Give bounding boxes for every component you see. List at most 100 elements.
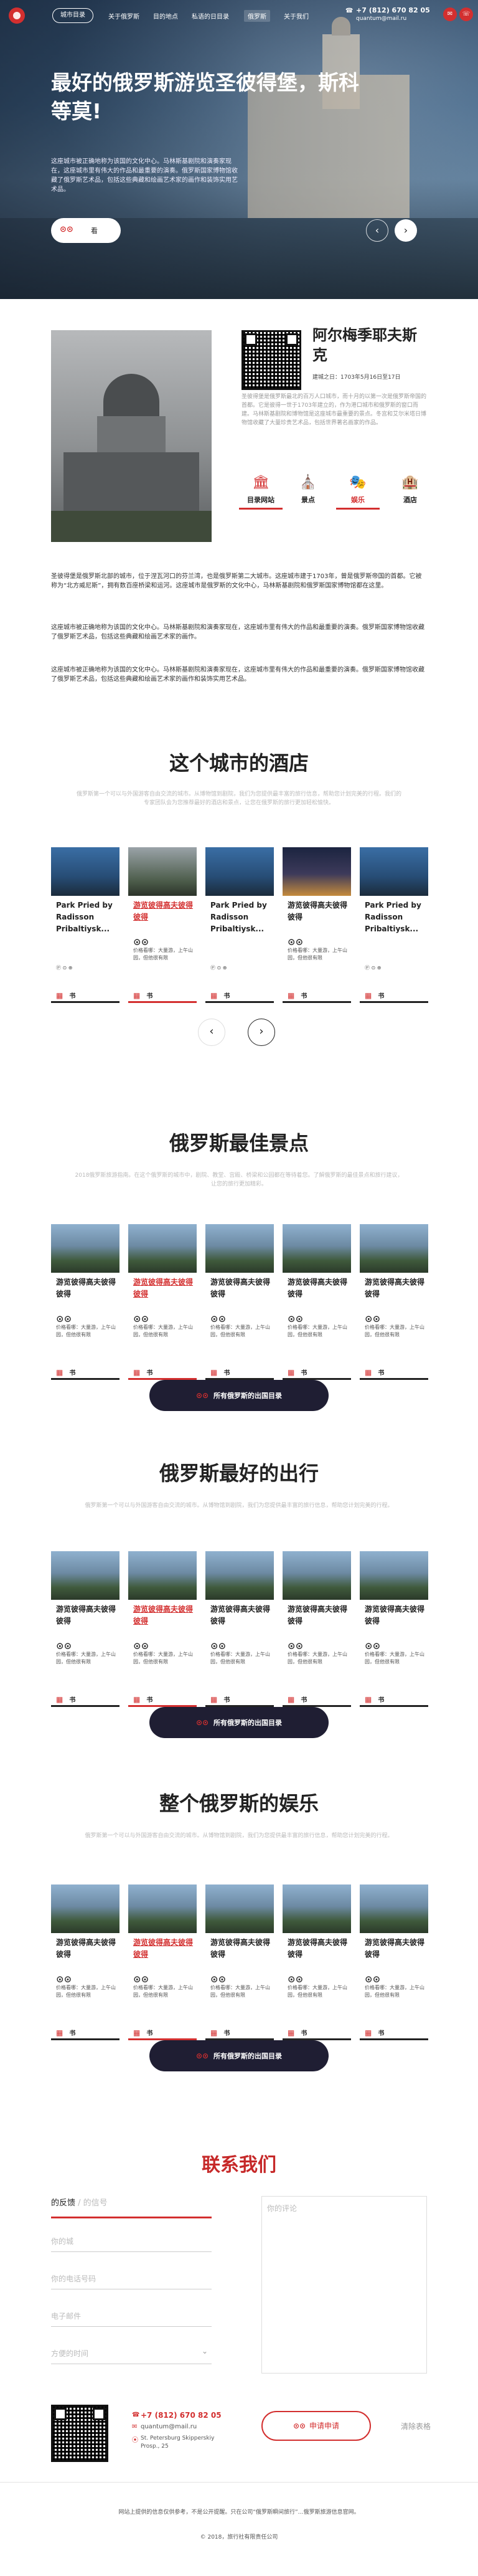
calendar-icon: ▦	[365, 1368, 372, 1377]
calendar-icon: ▦	[288, 991, 295, 1000]
hotels-next-button[interactable]: ›	[248, 1019, 275, 1046]
time-select[interactable]: 方便的时间 ⌄	[51, 2339, 212, 2364]
hotels-prev-button[interactable]: ‹	[198, 1019, 225, 1046]
theater-icon: 🎭	[349, 475, 367, 490]
attraction-card[interactable]: 游览彼得高夫彼得彼得 ⊙⊙ 价格看哪：大量游，上午山园，但他很有限 ▦ 书	[205, 1551, 274, 1707]
attraction-card[interactable]: 游览彼得高夫彼得彼得 ⊙⊙ 价格看哪：大量游，上午山园，但他很有限 ▦ 书	[205, 1224, 274, 1380]
hero-next-button[interactable]: ›	[395, 219, 417, 242]
fun-section-desc: 俄罗斯第一个可以与外国游客自由交流的城市。从博物馆到剧院，我们为您提供最丰富的旅…	[85, 1833, 393, 1839]
calendar-icon: ▦	[210, 1695, 218, 1704]
tripadvisor-icon: ⊙⊙	[365, 1313, 381, 1324]
attraction-card[interactable]: 游览彼得高夫彼得彼得 ⊙⊙ 价格看哪：大量游，上午山园，但他很有限 ▦ 书	[128, 1551, 197, 1707]
feature-catalog[interactable]: 🏛 目录网站	[239, 475, 283, 510]
trips-section-desc: 俄罗斯第一个可以与外国游客自由交流的城市。从博物馆到剧院，我们为您提供最丰富的旅…	[85, 1503, 393, 1509]
phone-field[interactable]: 你的电话号码	[51, 2265, 212, 2289]
contact-tabs: 的反馈 / 的信号	[51, 2196, 108, 2208]
comment-textarea[interactable]: 你的评论	[261, 2196, 427, 2374]
book-link[interactable]: 书	[69, 2030, 75, 2037]
book-link[interactable]: 书	[301, 993, 307, 1000]
hotel-photo	[128, 847, 197, 896]
attraction-card[interactable]: 游览彼得高夫彼得彼得 ⊙⊙ 价格看哪：大量游，上午山园，但他很有限 ▦ 书	[51, 1551, 120, 1707]
nav-link-about-russia[interactable]: 关于俄罗斯	[108, 11, 139, 21]
book-link[interactable]: 书	[69, 993, 75, 1000]
phone-icon: ☎	[132, 2412, 140, 2418]
hotel-card[interactable]: 游览彼得高夫彼得彼得 ⊙⊙ 价格看哪：大量游，上午山园，但他很有限 ▦ 书	[283, 847, 351, 1003]
trips-catalog-button[interactable]: ⊙⊙ 所有俄罗斯的出国目录	[149, 1707, 329, 1738]
header-email[interactable]: quantum@mail.ru	[356, 16, 406, 22]
header-phone[interactable]: +7 (812) 670 82 05	[356, 6, 430, 14]
fun-section-title: 整个俄罗斯的娱乐	[159, 1792, 319, 1815]
hotel-card[interactable]: Park Pried by Radisson Pribaltiysk... Ⓟ …	[360, 847, 428, 1003]
founding-date: 建城之日：1703年5月16日至17日	[312, 374, 401, 381]
book-link[interactable]: 书	[146, 1697, 152, 1704]
attraction-card[interactable]: 游览彼得高夫彼得彼得 ⊙⊙ 价格看哪：大量游，上午山园，但他很有限 ▦ 书	[283, 1224, 351, 1380]
book-link[interactable]: 书	[378, 1370, 384, 1377]
hotel-photo	[51, 847, 120, 896]
peterhof-photo	[51, 1884, 120, 1933]
book-link[interactable]: 书	[223, 1697, 230, 1704]
monument-icon: ⛪	[299, 475, 317, 490]
chevron-down-icon: ⌄	[201, 2347, 208, 2355]
feature-entertainment[interactable]: 🎭 娱乐	[336, 475, 380, 510]
attraction-card[interactable]: 游览彼得高夫彼得彼得 ⊙⊙ 价格看哪：大量游，上午山园，但他很有限 ▦ 书	[360, 1551, 428, 1707]
book-link[interactable]: 书	[301, 1697, 307, 1704]
feature-sights[interactable]: ⛪ 景点	[286, 475, 330, 508]
tab-feedback[interactable]: 的反馈	[51, 2198, 75, 2208]
book-link[interactable]: 书	[146, 2030, 152, 2037]
attraction-card[interactable]: 游览彼得高夫彼得彼得 ⊙⊙ 价格看哪：大量游，上午山园，但他很有限 ▦ 书	[283, 1884, 351, 2040]
feature-hotels[interactable]: 🏨 酒店	[388, 475, 432, 508]
tripadvisor-icon: ⊙⊙	[210, 1313, 227, 1324]
attraction-card[interactable]: 游览彼得高夫彼得彼得 ⊙⊙ 价格看哪：大量游，上午山园，但他很有限 ▦ 书	[360, 1884, 428, 2040]
site-logo[interactable]	[9, 7, 25, 24]
book-link[interactable]: 书	[223, 1370, 230, 1377]
book-link[interactable]: 书	[69, 1697, 75, 1704]
book-link[interactable]: 书	[378, 993, 384, 1000]
calendar-icon: ▦	[133, 1368, 141, 1377]
submit-button[interactable]: ⊙⊙ 申请申请	[261, 2411, 371, 2441]
calendar-icon: ▦	[365, 2028, 372, 2037]
calendar-icon: ▦	[210, 991, 218, 1000]
attraction-title: 阿尔梅季耶夫斯克	[312, 326, 417, 364]
book-link[interactable]: 书	[378, 2030, 384, 2037]
chat-icon[interactable]: ✉	[443, 7, 457, 21]
book-link[interactable]: 书	[146, 1370, 152, 1377]
book-link[interactable]: 书	[223, 2030, 230, 2037]
hero-prev-button[interactable]: ‹	[366, 219, 388, 242]
hotel-card[interactable]: Park Pried by Radisson Pribaltiysk... Ⓟ …	[205, 847, 274, 1003]
nav-link-destinations[interactable]: 目的地点	[153, 11, 178, 21]
book-link[interactable]: 书	[69, 1370, 75, 1377]
tab-signal[interactable]: / 的信号	[78, 2198, 108, 2208]
message-icon[interactable]: ☏	[459, 7, 473, 21]
attraction-card[interactable]: 游览彼得高夫彼得彼得 ⊙⊙ 价格看哪：大量游，上午山园，但他很有限 ▦ 书	[51, 1224, 120, 1380]
reset-form-link[interactable]: 清除表格	[401, 2421, 431, 2431]
hotel-card[interactable]: Park Pried by Radisson Pribaltiysk... Ⓟ …	[51, 847, 120, 1003]
book-link[interactable]: 书	[301, 2030, 307, 2037]
nav-link-about-us[interactable]: 关于我们	[284, 11, 309, 21]
hotel-card[interactable]: 游览彼得高夫彼得彼得 ⊙⊙ 价格看哪：大量游，上午山园，但他很有限 ▦ 书	[128, 847, 197, 1003]
attraction-card[interactable]: 游览彼得高夫彼得彼得 ⊙⊙ 价格看哪：大量游，上午山园，但他很有限 ▦ 书	[205, 1884, 274, 2040]
book-link[interactable]: 书	[378, 1697, 384, 1704]
nav-link-russia[interactable]: 俄罗斯	[244, 10, 270, 22]
fun-catalog-button[interactable]: ⊙⊙ 所有俄罗斯的出国目录	[149, 2040, 329, 2071]
sights-catalog-button[interactable]: ⊙⊙ 所有俄罗斯的出国目录	[149, 1380, 329, 1411]
tripadvisor-icon: ⊙⊙	[195, 2051, 209, 2060]
contact-email[interactable]: quantum@mail.ru	[141, 2423, 197, 2430]
tripadvisor-view-button[interactable]: ⊙⊙ 看	[51, 218, 121, 243]
book-link[interactable]: 书	[146, 993, 152, 1000]
city-field[interactable]: 你的城	[51, 2227, 212, 2252]
attraction-card[interactable]: 游览彼得高夫彼得彼得 ⊙⊙ 价格看哪：大量游，上午山园，但他很有限 ▦ 书	[51, 1884, 120, 2040]
attraction-card[interactable]: 游览彼得高夫彼得彼得 ⊙⊙ 价格看哪：大量游，上午山园，但他很有限 ▦ 书	[128, 1884, 197, 2040]
email-field[interactable]: 电子邮件	[51, 2302, 212, 2327]
city-catalog-button[interactable]: 城市目录	[52, 8, 93, 23]
qr-code	[241, 330, 301, 390]
calendar-icon: ▦	[288, 2028, 295, 2037]
attraction-card[interactable]: 游览彼得高夫彼得彼得 ⊙⊙ 价格看哪：大量游，上午山园，但他很有限 ▦ 书	[128, 1224, 197, 1380]
book-link[interactable]: 书	[301, 1370, 307, 1377]
tripadvisor-icon: ⊙⊙	[288, 1313, 304, 1324]
book-link[interactable]: 书	[223, 993, 230, 1000]
attraction-card[interactable]: 游览彼得高夫彼得彼得 ⊙⊙ 价格看哪：大量游，上午山园，但他很有限 ▦ 书	[360, 1224, 428, 1380]
contact-phone[interactable]: +7 (812) 670 82 05	[141, 2411, 222, 2420]
tripadvisor-icon: ⊙⊙	[365, 1974, 381, 1985]
attraction-card[interactable]: 游览彼得高夫彼得彼得 ⊙⊙ 价格看哪：大量游，上午山园，但他很有限 ▦ 书	[283, 1551, 351, 1707]
nav-link-catalog[interactable]: 私语的日目录	[192, 11, 229, 21]
